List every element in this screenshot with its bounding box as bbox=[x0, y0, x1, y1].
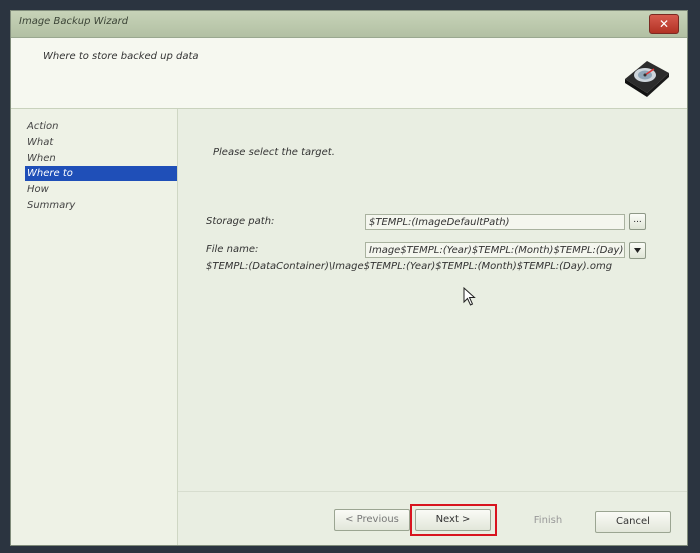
window-title: Image Backup Wizard bbox=[19, 16, 129, 27]
sidebar-item-how[interactable]: How bbox=[25, 182, 177, 197]
storage-path-input[interactable]: $TEMPL:(ImageDefaultPath) bbox=[365, 214, 625, 230]
footer-separator bbox=[178, 491, 687, 492]
page-title: Where to store backed up data bbox=[43, 51, 199, 62]
next-button-highlight bbox=[410, 504, 497, 536]
mouse-cursor-icon bbox=[463, 287, 476, 306]
browse-button[interactable]: ... bbox=[629, 213, 646, 230]
cancel-button[interactable]: Cancel bbox=[595, 511, 671, 533]
wizard-content: Please select the target. Storage path: … bbox=[178, 109, 687, 545]
close-button[interactable]: ✕ bbox=[649, 14, 679, 34]
file-name-input[interactable]: Image$TEMPL:(Year)$TEMPL:(Month)$TEMPL:(… bbox=[365, 242, 625, 258]
sidebar-item-when[interactable]: When bbox=[25, 151, 177, 166]
wizard-steps-sidebar: Action What When Where to How Summary bbox=[11, 109, 178, 545]
chevron-down-icon bbox=[634, 248, 641, 253]
wizard-window: Image Backup Wizard ✕ Where to store bac… bbox=[10, 10, 688, 546]
resolved-path-preview: $TEMPL:(DataContainer)\Image$TEMPL:(Year… bbox=[206, 261, 613, 272]
title-bar[interactable]: Image Backup Wizard ✕ bbox=[11, 11, 687, 38]
hard-disk-icon bbox=[625, 61, 669, 97]
storage-path-label: Storage path: bbox=[206, 216, 275, 227]
file-name-dropdown-button[interactable] bbox=[629, 242, 646, 259]
file-name-label: File name: bbox=[206, 244, 259, 255]
wizard-header: Where to store backed up data bbox=[11, 38, 687, 109]
instruction-text: Please select the target. bbox=[213, 147, 335, 158]
close-icon: ✕ bbox=[658, 17, 670, 31]
sidebar-item-where-to[interactable]: Where to bbox=[25, 166, 177, 181]
finish-button[interactable]: Finish bbox=[510, 510, 586, 532]
sidebar-item-summary[interactable]: Summary bbox=[25, 198, 177, 213]
previous-button[interactable]: < Previous bbox=[334, 509, 410, 531]
sidebar-item-what[interactable]: What bbox=[25, 135, 177, 150]
sidebar-item-action[interactable]: Action bbox=[25, 119, 177, 134]
